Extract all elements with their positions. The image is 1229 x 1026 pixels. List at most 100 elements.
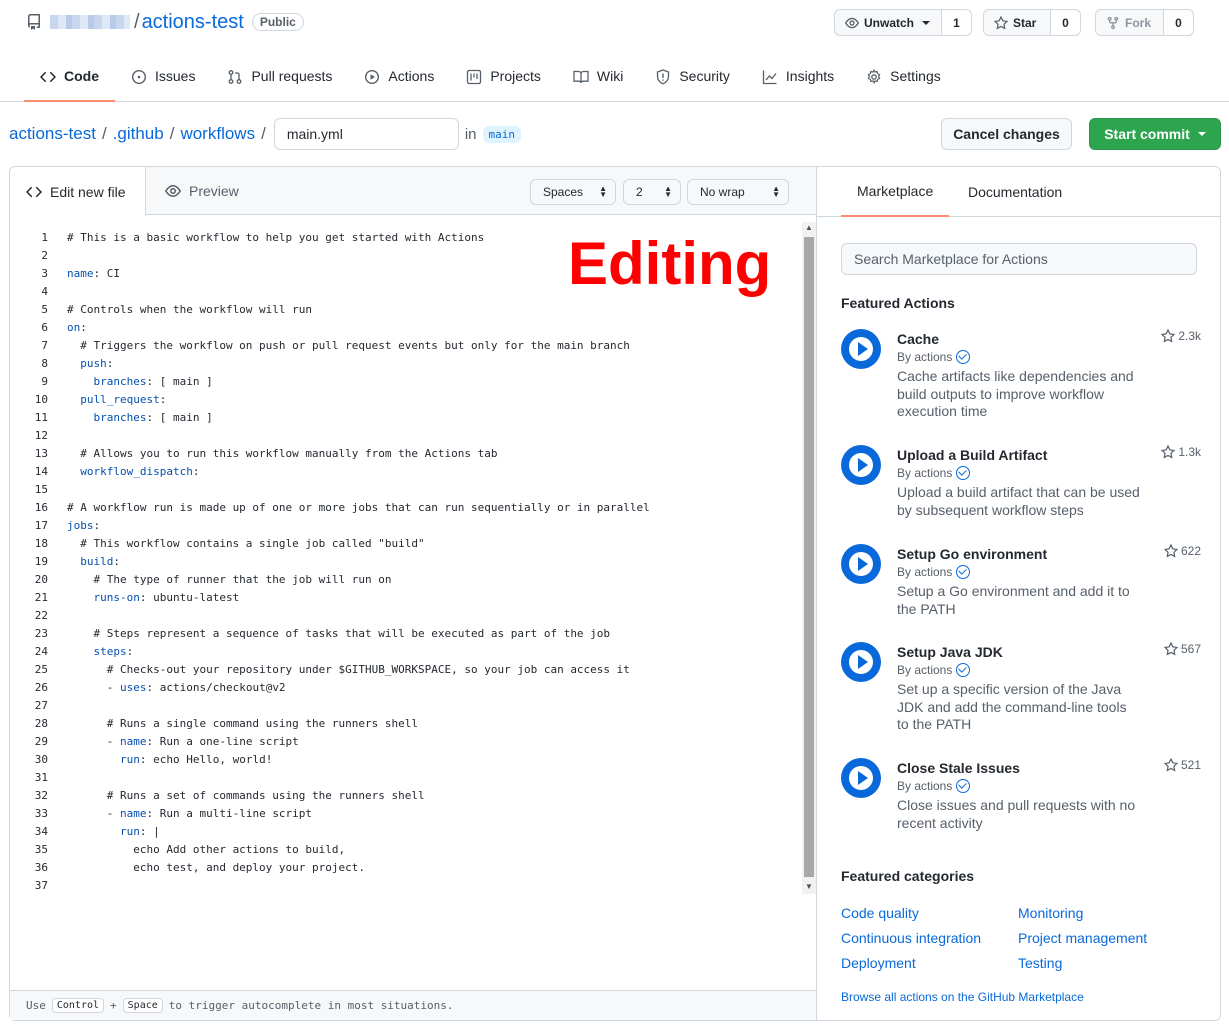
unwatch-button[interactable]: Unwatch — [834, 9, 942, 36]
fork-button[interactable]: Fork — [1095, 9, 1164, 36]
tab-security[interactable]: Security — [639, 62, 746, 102]
line-number: 2 — [41, 249, 48, 262]
line-content: # The type of runner that the job will r… — [67, 573, 392, 586]
line-number: 5 — [41, 303, 48, 316]
tab-actions[interactable]: Actions — [348, 62, 450, 102]
line-content: echo Add other actions to build, — [67, 843, 346, 856]
line-content: branches: [ main ] — [93, 411, 213, 424]
tab-settings[interactable]: Settings — [850, 62, 957, 102]
line-content: # A workflow run is made up of one or mo… — [67, 501, 650, 514]
line-content: # Allows you to run this workflow manual… — [67, 447, 498, 460]
editor-scrollbar[interactable]: ▲ ▼ — [802, 222, 816, 894]
category-continuous-integration[interactable]: Continuous integration — [841, 930, 981, 946]
category-testing[interactable]: Testing — [1018, 955, 1062, 971]
line-number: 16 — [34, 501, 48, 514]
action-name[interactable]: Setup Java JDK — [897, 644, 1003, 660]
action-author-label: By actions — [897, 565, 953, 579]
star-button[interactable]: Star — [983, 9, 1051, 36]
line-content: - uses: actions/checkout@v2 — [67, 681, 286, 694]
line-number: 18 — [34, 537, 48, 550]
line-content: name: CI — [67, 267, 120, 280]
action-play-icon — [841, 329, 881, 369]
line-number: 34 — [34, 825, 48, 838]
repo-icon — [27, 14, 40, 30]
line-number: 25 — [34, 663, 48, 676]
tab-insights[interactable]: Insights — [746, 62, 850, 102]
editor-footer: Use Control + Space to trigger autocompl… — [10, 990, 816, 1020]
star-group: Star 0 — [983, 9, 1081, 36]
line-number: 28 — [34, 717, 48, 730]
crumb-github-dir[interactable]: .github — [113, 124, 164, 144]
category-deployment[interactable]: Deployment — [841, 955, 916, 971]
action-stars: 567 — [1163, 642, 1201, 656]
repo-owner-redacted[interactable] — [50, 15, 130, 29]
tab-preview[interactable]: Preview — [165, 167, 239, 215]
action-author: By actions — [897, 663, 971, 677]
eye-icon — [845, 17, 859, 28]
tab-marketplace[interactable]: Marketplace — [841, 167, 950, 217]
line-number: 3 — [41, 267, 48, 280]
tab-code[interactable]: Code — [24, 62, 115, 102]
fork-icon — [1107, 16, 1119, 29]
star-count[interactable]: 0 — [1051, 9, 1081, 36]
category-monitoring[interactable]: Monitoring — [1018, 905, 1083, 921]
action-play-icon — [841, 642, 881, 682]
action-author: By actions — [897, 779, 971, 793]
line-number: 13 — [34, 447, 48, 460]
line-content: # Checks-out your repository under $GITH… — [67, 663, 630, 676]
footer-suffix: to trigger autocomplete in most situatio… — [168, 999, 454, 1012]
filename-input[interactable]: main.yml — [273, 118, 459, 150]
marketplace-search-input[interactable]: Search Marketplace for Actions — [841, 243, 1197, 275]
action-author-label: By actions — [897, 350, 953, 364]
scroll-down-icon[interactable]: ▼ — [805, 882, 813, 891]
wrap-mode-select[interactable]: No wrap ▲ ▼ — [687, 179, 789, 205]
star-icon — [994, 15, 1008, 30]
scroll-up-icon[interactable]: ▲ — [805, 223, 813, 232]
action-name[interactable]: Upload a Build Artifact — [897, 447, 1047, 463]
tab-projects[interactable]: Projects — [450, 62, 557, 102]
line-content: # This workflow contains a single job ca… — [67, 537, 425, 550]
tab-wiki[interactable]: Wiki — [557, 62, 639, 102]
crumb-repo[interactable]: actions-test — [9, 124, 96, 144]
line-number: 11 — [34, 411, 48, 424]
line-number: 36 — [34, 861, 48, 874]
watch-count[interactable]: 1 — [942, 9, 972, 36]
line-content: # This is a basic workflow to help you g… — [67, 231, 485, 244]
marketplace-sidebar: Marketplace Documentation Search Marketp… — [816, 166, 1221, 1021]
category-code-quality[interactable]: Code quality — [841, 905, 919, 921]
repo-name-link[interactable]: actions-test — [142, 11, 244, 34]
fork-count[interactable]: 0 — [1164, 9, 1194, 36]
line-content: run: echo Hello, world! — [119, 753, 273, 766]
crumb-workflows-dir[interactable]: workflows — [180, 124, 255, 144]
scrollbar-thumb[interactable] — [804, 237, 814, 877]
tab-code-label: Code — [64, 68, 99, 84]
line-content: - name: Run a multi-line script — [67, 807, 313, 820]
line-content: # Controls when the workflow will run — [67, 303, 313, 316]
browse-marketplace-link[interactable]: Browse all actions on the GitHub Marketp… — [841, 990, 1084, 1004]
line-number: 37 — [34, 879, 48, 892]
action-name[interactable]: Setup Go environment — [897, 546, 1047, 562]
line-number: 26 — [34, 681, 48, 694]
line-content: echo test, and deploy your project. — [67, 861, 366, 874]
repo-title: / actions-test Public — [26, 10, 304, 34]
start-commit-button[interactable]: Start commit — [1089, 118, 1221, 150]
indent-size-select[interactable]: 2 ▲ ▼ — [623, 179, 681, 205]
watch-group: Unwatch 1 — [834, 9, 972, 36]
code-area[interactable]: 1 # This is a basic workflow to help you … — [10, 229, 800, 899]
cancel-changes-button[interactable]: Cancel changes — [941, 118, 1072, 150]
line-number: 6 — [41, 321, 48, 334]
file-editor: Edit new file Preview Spaces ▲ ▼ 2 ▲ ▼ No … — [9, 166, 817, 1021]
tab-issues[interactable]: Issues — [115, 62, 211, 102]
tab-pull-requests[interactable]: Pull requests — [211, 62, 348, 102]
action-name[interactable]: Close Stale Issues — [897, 760, 1020, 776]
select-arrows-icon: ▲ ▼ — [599, 184, 607, 199]
tab-edit-new-file[interactable]: Edit new file — [10, 167, 146, 216]
action-stars: 1.3k — [1161, 445, 1201, 459]
indent-mode-select[interactable]: Spaces ▲ ▼ — [530, 179, 616, 205]
action-name[interactable]: Cache — [897, 331, 939, 347]
line-number: 32 — [34, 789, 48, 802]
category-project-management[interactable]: Project management — [1018, 930, 1147, 946]
tab-documentation[interactable]: Documentation — [968, 167, 1062, 217]
action-stars: 622 — [1163, 544, 1201, 558]
line-number: 8 — [41, 357, 48, 370]
